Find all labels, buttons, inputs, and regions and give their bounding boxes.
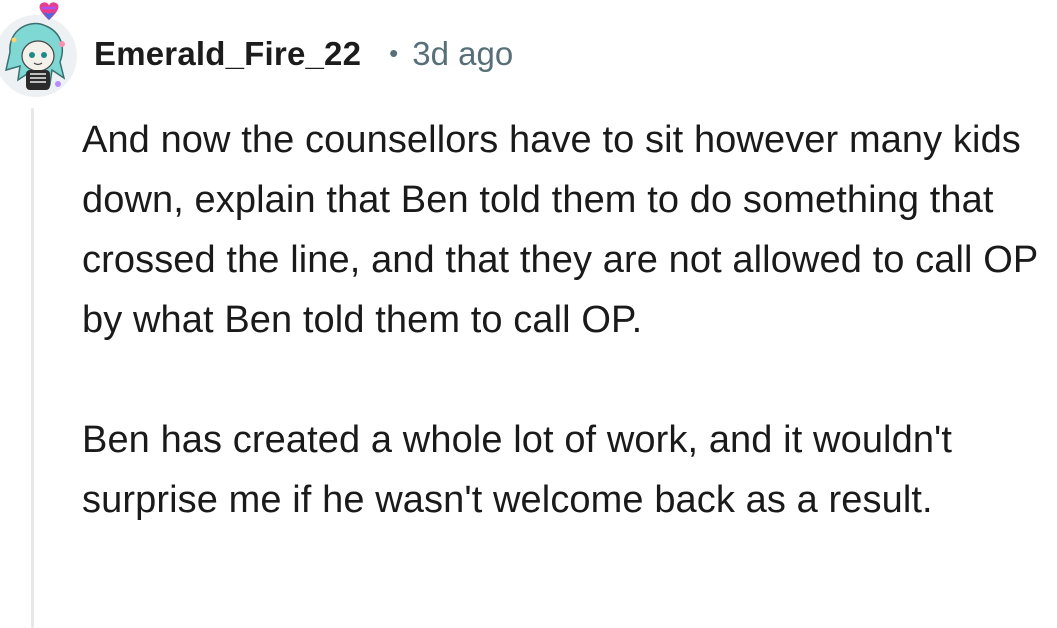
comment: Emerald_Fire_22 • 3d ago And now the cou… <box>0 0 1057 628</box>
snoo-avatar-icon <box>0 2 77 97</box>
timestamp-link[interactable]: 3d ago <box>412 35 513 73</box>
separator-dot: • <box>389 37 399 68</box>
username-link[interactable]: Emerald_Fire_22 <box>94 35 361 73</box>
thread-line[interactable] <box>31 108 34 628</box>
comment-header: Emerald_Fire_22 • 3d ago <box>94 30 513 78</box>
avatar[interactable] <box>0 0 84 100</box>
comment-paragraph: And now the counsellors have to sit howe… <box>82 119 1038 341</box>
comment-body: And now the counsellors have to sit howe… <box>82 110 1057 530</box>
comment-paragraph: Ben has created a whole lot of work, and… <box>82 419 953 521</box>
